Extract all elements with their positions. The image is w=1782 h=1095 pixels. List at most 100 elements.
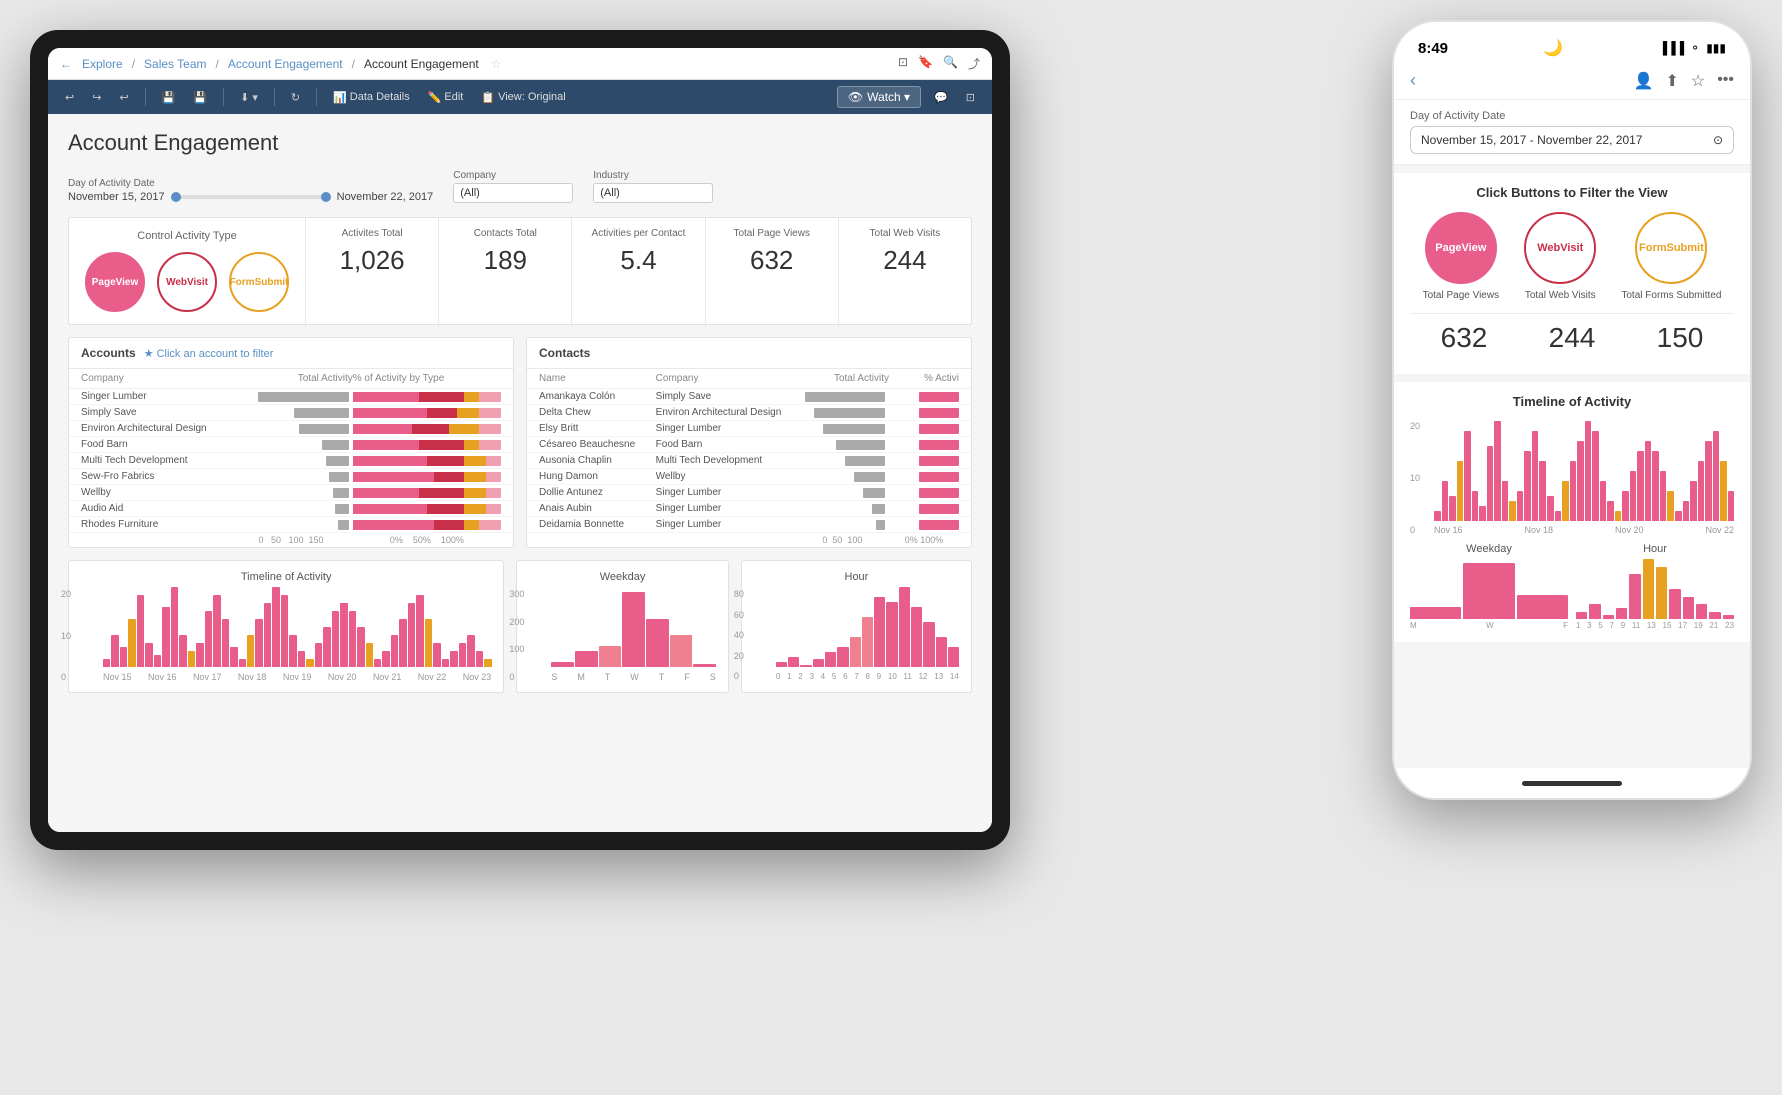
- kpi-contacts-total: Contacts Total 189: [439, 218, 572, 324]
- contact-row[interactable]: Elsy Britt Singer Lumber: [527, 421, 971, 437]
- undo-button[interactable]: ↩: [60, 89, 79, 106]
- timeline-bar: [459, 643, 466, 667]
- timeline-bar: [120, 647, 127, 667]
- save-button[interactable]: 💾: [157, 89, 181, 106]
- account-row[interactable]: Audio Aid: [69, 501, 513, 517]
- timeline-bar: [255, 619, 262, 667]
- breadcrumb-explore[interactable]: Explore: [82, 57, 123, 71]
- date-start: November 15, 2017: [68, 191, 165, 203]
- weekday-bar: [599, 646, 622, 667]
- contacts-table-body: Amankaya Colón Simply Save Delta Chew En…: [527, 389, 971, 533]
- accounts-panel: Accounts ★ Click an account to filter Co…: [68, 337, 514, 548]
- phone-filter-value[interactable]: November 15, 2017 - November 22, 2017 ⊙: [1410, 126, 1734, 154]
- timeline-bar: [103, 659, 110, 667]
- dashboard-title: Account Engagement: [68, 130, 972, 156]
- breadcrumb-account-engagement[interactable]: Account Engagement: [228, 57, 343, 71]
- refresh-button[interactable]: ↻: [286, 89, 305, 106]
- phone-timeline-bar: [1592, 431, 1599, 521]
- timeline-bar: [171, 587, 178, 667]
- webvisit-button[interactable]: WebVisit: [157, 252, 217, 312]
- weekday-bar: [551, 662, 574, 667]
- timeline-y-axis: 20100: [61, 589, 71, 682]
- phone-filter-label: Day of Activity Date: [1410, 110, 1734, 122]
- pageview-button[interactable]: PageView: [85, 252, 145, 312]
- breadcrumb-sales-team[interactable]: Sales Team: [144, 57, 206, 71]
- phone-weekday-bar: [1463, 563, 1514, 619]
- contact-row[interactable]: Amankaya Colón Simply Save: [527, 389, 971, 405]
- arrow-down-button[interactable]: ⬇ ▾: [235, 89, 263, 106]
- timeline-x-axis: Nov 15Nov 16Nov 17Nov 18Nov 19Nov 20Nov …: [103, 672, 491, 682]
- account-row[interactable]: Simply Save: [69, 405, 513, 421]
- more-icon[interactable]: ⊡: [961, 89, 980, 106]
- weekday-chart-container: 3002001000 SMTWTFS: [529, 589, 716, 682]
- timeline-bar: [399, 619, 406, 667]
- phone-timeline-bar: [1577, 441, 1584, 521]
- phone-home-indicator: [1394, 768, 1750, 798]
- phone-kpi-web-visits: 244: [1549, 322, 1596, 354]
- phone-status-bar: 8:49 🌙 ▐▐▐ ⚬ ▮▮▮: [1394, 22, 1750, 62]
- hour-x-axis: 01234567891011121314: [776, 672, 959, 681]
- date-slider[interactable]: [171, 195, 331, 199]
- phone-kpi-circles: PageView Total Page Views WebVisit Total…: [1410, 212, 1734, 301]
- contact-row[interactable]: Deidamia Bonnette Singer Lumber: [527, 517, 971, 533]
- phone-share-icon[interactable]: ⬆: [1665, 71, 1678, 91]
- timeline-bar: [442, 659, 449, 667]
- account-row[interactable]: Singer Lumber: [69, 389, 513, 405]
- timeline-bar: [128, 619, 135, 667]
- company-filter-label: Company: [453, 170, 573, 181]
- account-row[interactable]: Multi Tech Development: [69, 453, 513, 469]
- phone-timeline-title: Timeline of Activity: [1410, 394, 1734, 409]
- search-icon[interactable]: 🔍: [943, 55, 958, 72]
- formsubmit-button[interactable]: FormSubmit: [229, 252, 289, 312]
- timeline-bar: [247, 635, 254, 667]
- timeline-bar: [306, 659, 313, 667]
- phone-pageview-button[interactable]: PageView: [1425, 212, 1497, 284]
- bookmark-icon[interactable]: 🔖: [918, 55, 933, 72]
- phone-more-icon[interactable]: •••: [1717, 71, 1734, 91]
- contact-row[interactable]: Ausonia Chaplin Multi Tech Development: [527, 453, 971, 469]
- edit-button[interactable]: ✏️ Edit: [423, 89, 469, 106]
- account-row[interactable]: Environ Architectural Design: [69, 421, 513, 437]
- phone-timeline-bar: [1562, 481, 1569, 521]
- contact-row[interactable]: Césareo Beauchesne Food Barn: [527, 437, 971, 453]
- phone-webvisit-button[interactable]: WebVisit: [1524, 212, 1596, 284]
- kpi-total-web-visits: Total Web Visits 244: [839, 218, 971, 324]
- view-button[interactable]: 📋 View: Original: [476, 89, 570, 106]
- timeline-bar: [323, 627, 330, 667]
- timeline-bar: [179, 635, 186, 667]
- timeline-bar: [357, 627, 364, 667]
- contact-row[interactable]: Dollie Antunez Singer Lumber: [527, 485, 971, 501]
- battery-icon: ▮▮▮: [1706, 41, 1726, 55]
- tableau-topnav: ← Explore / Sales Team / Account Engagem…: [48, 48, 992, 80]
- account-row[interactable]: Rhodes Furniture: [69, 517, 513, 533]
- contact-row[interactable]: Delta Chew Environ Architectural Design: [527, 405, 971, 421]
- watch-button[interactable]: 👁 Watch ▾: [837, 86, 921, 108]
- account-row[interactable]: Wellby: [69, 485, 513, 501]
- timeline-bar: [239, 659, 246, 667]
- share-icon[interactable]: ⤴: [968, 55, 980, 72]
- contact-row[interactable]: Anais Aubin Singer Lumber: [527, 501, 971, 517]
- phone-formsubmit-button[interactable]: FormSubmit: [1635, 212, 1707, 284]
- phone-timeline-bar: [1607, 501, 1614, 521]
- account-filter-link[interactable]: ★ Click an account to filter: [144, 347, 274, 360]
- account-row[interactable]: Sew-Fro Fabrics: [69, 469, 513, 485]
- timeline-bar: [196, 643, 203, 667]
- phone-person-icon[interactable]: 👤: [1634, 71, 1654, 91]
- save-as-button[interactable]: 💾: [188, 89, 212, 106]
- company-select[interactable]: (All): [453, 183, 573, 203]
- timeline-bar: [450, 651, 457, 667]
- undo2-button[interactable]: ↩: [114, 89, 133, 106]
- phone-weekday-bar: [1517, 595, 1568, 619]
- redo-button[interactable]: ↪: [87, 89, 106, 106]
- phone-timeline-section: Timeline of Activity 20100 Nov 16Nov 18N…: [1394, 382, 1750, 642]
- tablet-icon[interactable]: ⊡: [898, 55, 908, 72]
- comment-icon[interactable]: 💬: [929, 89, 953, 106]
- data-details-button[interactable]: 📊 Data Details: [328, 89, 415, 106]
- industry-select[interactable]: (All): [593, 183, 713, 203]
- phone-sub-charts: Weekday MWF Hour 1357911131517192123: [1410, 543, 1734, 630]
- account-row[interactable]: Food Barn: [69, 437, 513, 453]
- phone-back-button[interactable]: ‹: [1410, 70, 1416, 91]
- contact-row[interactable]: Hung Damon Wellby: [527, 469, 971, 485]
- phone-star-icon[interactable]: ☆: [1691, 71, 1705, 91]
- back-button[interactable]: ←: [60, 57, 72, 71]
